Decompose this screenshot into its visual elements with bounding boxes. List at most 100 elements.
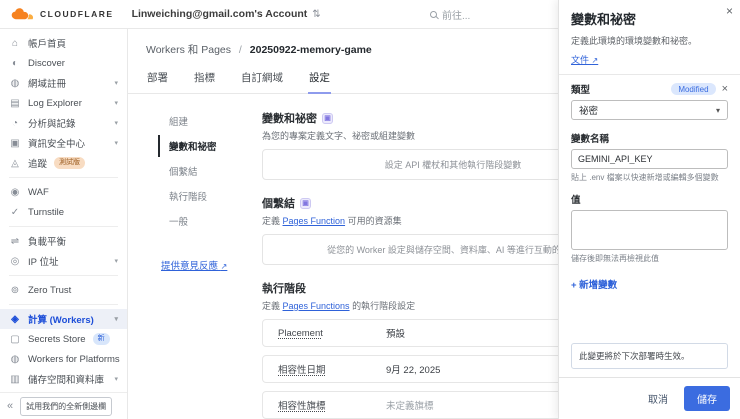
trace-icon: ◬: [11, 157, 19, 169]
value-label: 值: [571, 195, 581, 206]
globe-icon: ◍: [10, 77, 20, 89]
tab-metrics[interactable]: 指標: [193, 66, 216, 93]
row-label[interactable]: 相容性旗標: [278, 398, 386, 412]
value-helper: 儲存後即無法再檢視此值: [571, 254, 659, 263]
account-switcher[interactable]: Linweiching@gmail.com's Account ⇅: [132, 8, 321, 20]
close-icon[interactable]: ×: [726, 4, 733, 18]
remove-variable-icon[interactable]: ×: [722, 83, 728, 95]
sidebar-item-log-explorer[interactable]: ▤ Log Explorer ▾: [0, 93, 127, 113]
chevron-down-icon: ▾: [114, 80, 118, 87]
sidebar-item-analytics[interactable]: ◔ 分析與記錄 ▾: [0, 113, 127, 133]
sidebar-item-secrets-store[interactable]: ▢ Secrets Store 新: [0, 329, 127, 349]
sidebar-item-label: 網域註冊: [28, 79, 67, 90]
chevron-down-icon: ▾: [114, 120, 118, 127]
sidebar-item-workers-for-platforms[interactable]: ◍ Workers for Platforms: [0, 349, 127, 369]
row-value: 未定義旗標: [386, 401, 434, 412]
try-new-sidebar-button[interactable]: 試用我們的全新側邊欄: [20, 396, 113, 416]
runtime-row-compatibility-flags: 相容性旗標 未定義旗標: [262, 391, 558, 419]
subnav-runtime[interactable]: 執行階段: [158, 185, 258, 207]
breadcrumb-parent[interactable]: Workers 和 Pages: [146, 44, 231, 56]
section-desc: 定義 Pages Functions 的執行階段設定: [262, 299, 558, 312]
variables-empty-card[interactable]: 設定 API 權杖和其他執行階段變數: [262, 149, 558, 180]
chevron-down-icon: ▾: [114, 316, 118, 323]
pages-function-link[interactable]: Pages Function: [283, 216, 346, 226]
tab-settings[interactable]: 設定: [308, 66, 331, 94]
section-title-label: 變數和祕密: [262, 113, 317, 125]
breadcrumb: Workers 和 Pages / 20250922-memory-game: [128, 29, 558, 57]
sidebar-item-label: Log Explorer: [28, 97, 82, 109]
desc-text: 定義: [262, 301, 283, 311]
sidebar: ⌂ 帳戶首頁 ◐ Discover ◍ 網域註冊 ▾ ▤ Log Explore…: [0, 29, 128, 419]
database-icon: ▥: [10, 373, 20, 385]
sidebar-item-ip-addresses[interactable]: ◎ IP 位址 ▾: [0, 251, 127, 271]
chevron-down-icon: ▾: [114, 140, 118, 147]
waf-icon: ◉: [10, 186, 20, 198]
section-title: 變數和祕密 ▣: [262, 110, 558, 126]
section-bindings: 個繫結 ▣ 定義 Pages Function 可用的資源集 從您的 Worke…: [262, 195, 558, 265]
section-desc: 定義 Pages Function 可用的資源集: [262, 214, 558, 227]
turnstile-icon: ✓: [10, 206, 20, 218]
lock-icon: ▢: [10, 333, 20, 345]
panel-title: 變數和祕密: [571, 12, 637, 27]
sidebar-item-waf[interactable]: ◉ WAF: [0, 182, 127, 202]
new-badge: 新: [92, 333, 110, 345]
cancel-button[interactable]: 取消: [642, 387, 674, 410]
sidebar-item-domain-registration[interactable]: ◍ 網域註冊 ▾: [0, 73, 127, 93]
settings-subnav: 組建 變數和祕密 個繫結 執行階段 一般 提供意見反應 ↗: [158, 110, 258, 419]
row-label[interactable]: 相容性日期: [278, 362, 386, 376]
tab-deployments[interactable]: 部署: [146, 66, 169, 93]
docs-link-label: 文件: [571, 55, 590, 65]
project-tabs: 部署 指標 自訂網域 設定: [128, 66, 558, 94]
section-runtime: 執行階段 定義 Pages Functions 的執行階段設定 Placemen…: [262, 280, 558, 419]
section-title-label: 個繫結: [262, 198, 295, 210]
sidebar-item-turnstile[interactable]: ✓ Turnstile: [0, 202, 127, 222]
add-variable-button[interactable]: + 新增變數: [571, 277, 728, 291]
sidebar-footer: « 試用我們的全新側邊欄: [0, 392, 127, 419]
docs-icon[interactable]: ▣: [322, 112, 333, 124]
sidebar-item-workers[interactable]: ◈ 計算 (Workers) ▾: [0, 309, 127, 329]
ip-pin-icon: ◎: [10, 255, 20, 267]
sidebar-item-label: Turnstile: [28, 206, 65, 218]
sidebar-item-storage-databases[interactable]: ▥ 儲存空間和資料庫 ▾: [0, 369, 127, 389]
sidebar-divider: [9, 275, 118, 276]
docs-icon[interactable]: ▣: [300, 197, 311, 209]
sidebar-item-security-center[interactable]: ▣ 資訊安全中心 ▾: [0, 133, 127, 153]
section-desc: 為您的專案定義文字、祕密或組建變數: [262, 131, 416, 141]
sidebar-item-zero-trust[interactable]: ⊚ Zero Trust: [0, 280, 127, 300]
sidebar-item-label: 資訊安全中心: [28, 139, 86, 150]
pages-functions-link[interactable]: Pages Functions: [283, 301, 350, 311]
global-search[interactable]: 前往...: [430, 0, 470, 29]
variable-name-helper: 貼上 .env 檔案以快速新增或編輯多個變數: [571, 173, 719, 182]
sidebar-item-trace[interactable]: ◬ 追蹤 測試版: [0, 153, 127, 173]
feedback-link[interactable]: 提供意見反應 ↗: [161, 258, 258, 272]
save-button[interactable]: 儲存: [684, 386, 730, 411]
sidebar-item-label: 儲存空間和資料庫: [28, 375, 105, 386]
subnav-bindings[interactable]: 個繫結: [158, 160, 258, 182]
desc-text: 定義: [262, 216, 283, 226]
feedback-link-label: 提供意見反應: [161, 261, 219, 272]
subnav-builds[interactable]: 組建: [158, 110, 258, 132]
sidebar-divider: [9, 177, 118, 178]
sidebar-item-load-balancing[interactable]: ⇌ 負載平衡: [0, 231, 127, 251]
type-select[interactable]: 祕密 ▾: [571, 100, 728, 120]
collapse-sidebar-icon[interactable]: «: [7, 400, 13, 412]
workers-icon: ◈: [11, 313, 19, 325]
bindings-empty-card[interactable]: 從您的 Worker 設定與儲存空間、資料庫、AI 等進行互動的方式: [262, 234, 558, 265]
value-textarea[interactable]: [571, 210, 728, 250]
row-label[interactable]: Placement: [278, 328, 386, 339]
chevron-down-icon: ▾: [114, 100, 118, 107]
cloudflare-logo[interactable]: CLOUDFLARE: [0, 7, 122, 22]
variable-name-input[interactable]: [571, 149, 728, 169]
subnav-general[interactable]: 一般: [158, 210, 258, 232]
sidebar-divider: [9, 226, 118, 227]
load-balancing-icon: ⇌: [10, 235, 20, 247]
section-title: 執行階段: [262, 280, 558, 296]
sidebar-item-discover[interactable]: ◐ Discover: [0, 53, 127, 73]
subnav-variables-secrets[interactable]: 變數和祕密: [158, 135, 258, 157]
deploy-note: 此變更將於下次部署時生效。: [571, 343, 728, 369]
sidebar-item-label: 負載平衡: [28, 237, 67, 248]
tab-custom-domains[interactable]: 自訂網域: [240, 66, 284, 93]
docs-link[interactable]: 文件 ↗: [571, 53, 728, 66]
sidebar-item-account-home[interactable]: ⌂ 帳戶首頁: [0, 33, 127, 53]
cloudflare-wordmark: CLOUDFLARE: [40, 9, 114, 19]
